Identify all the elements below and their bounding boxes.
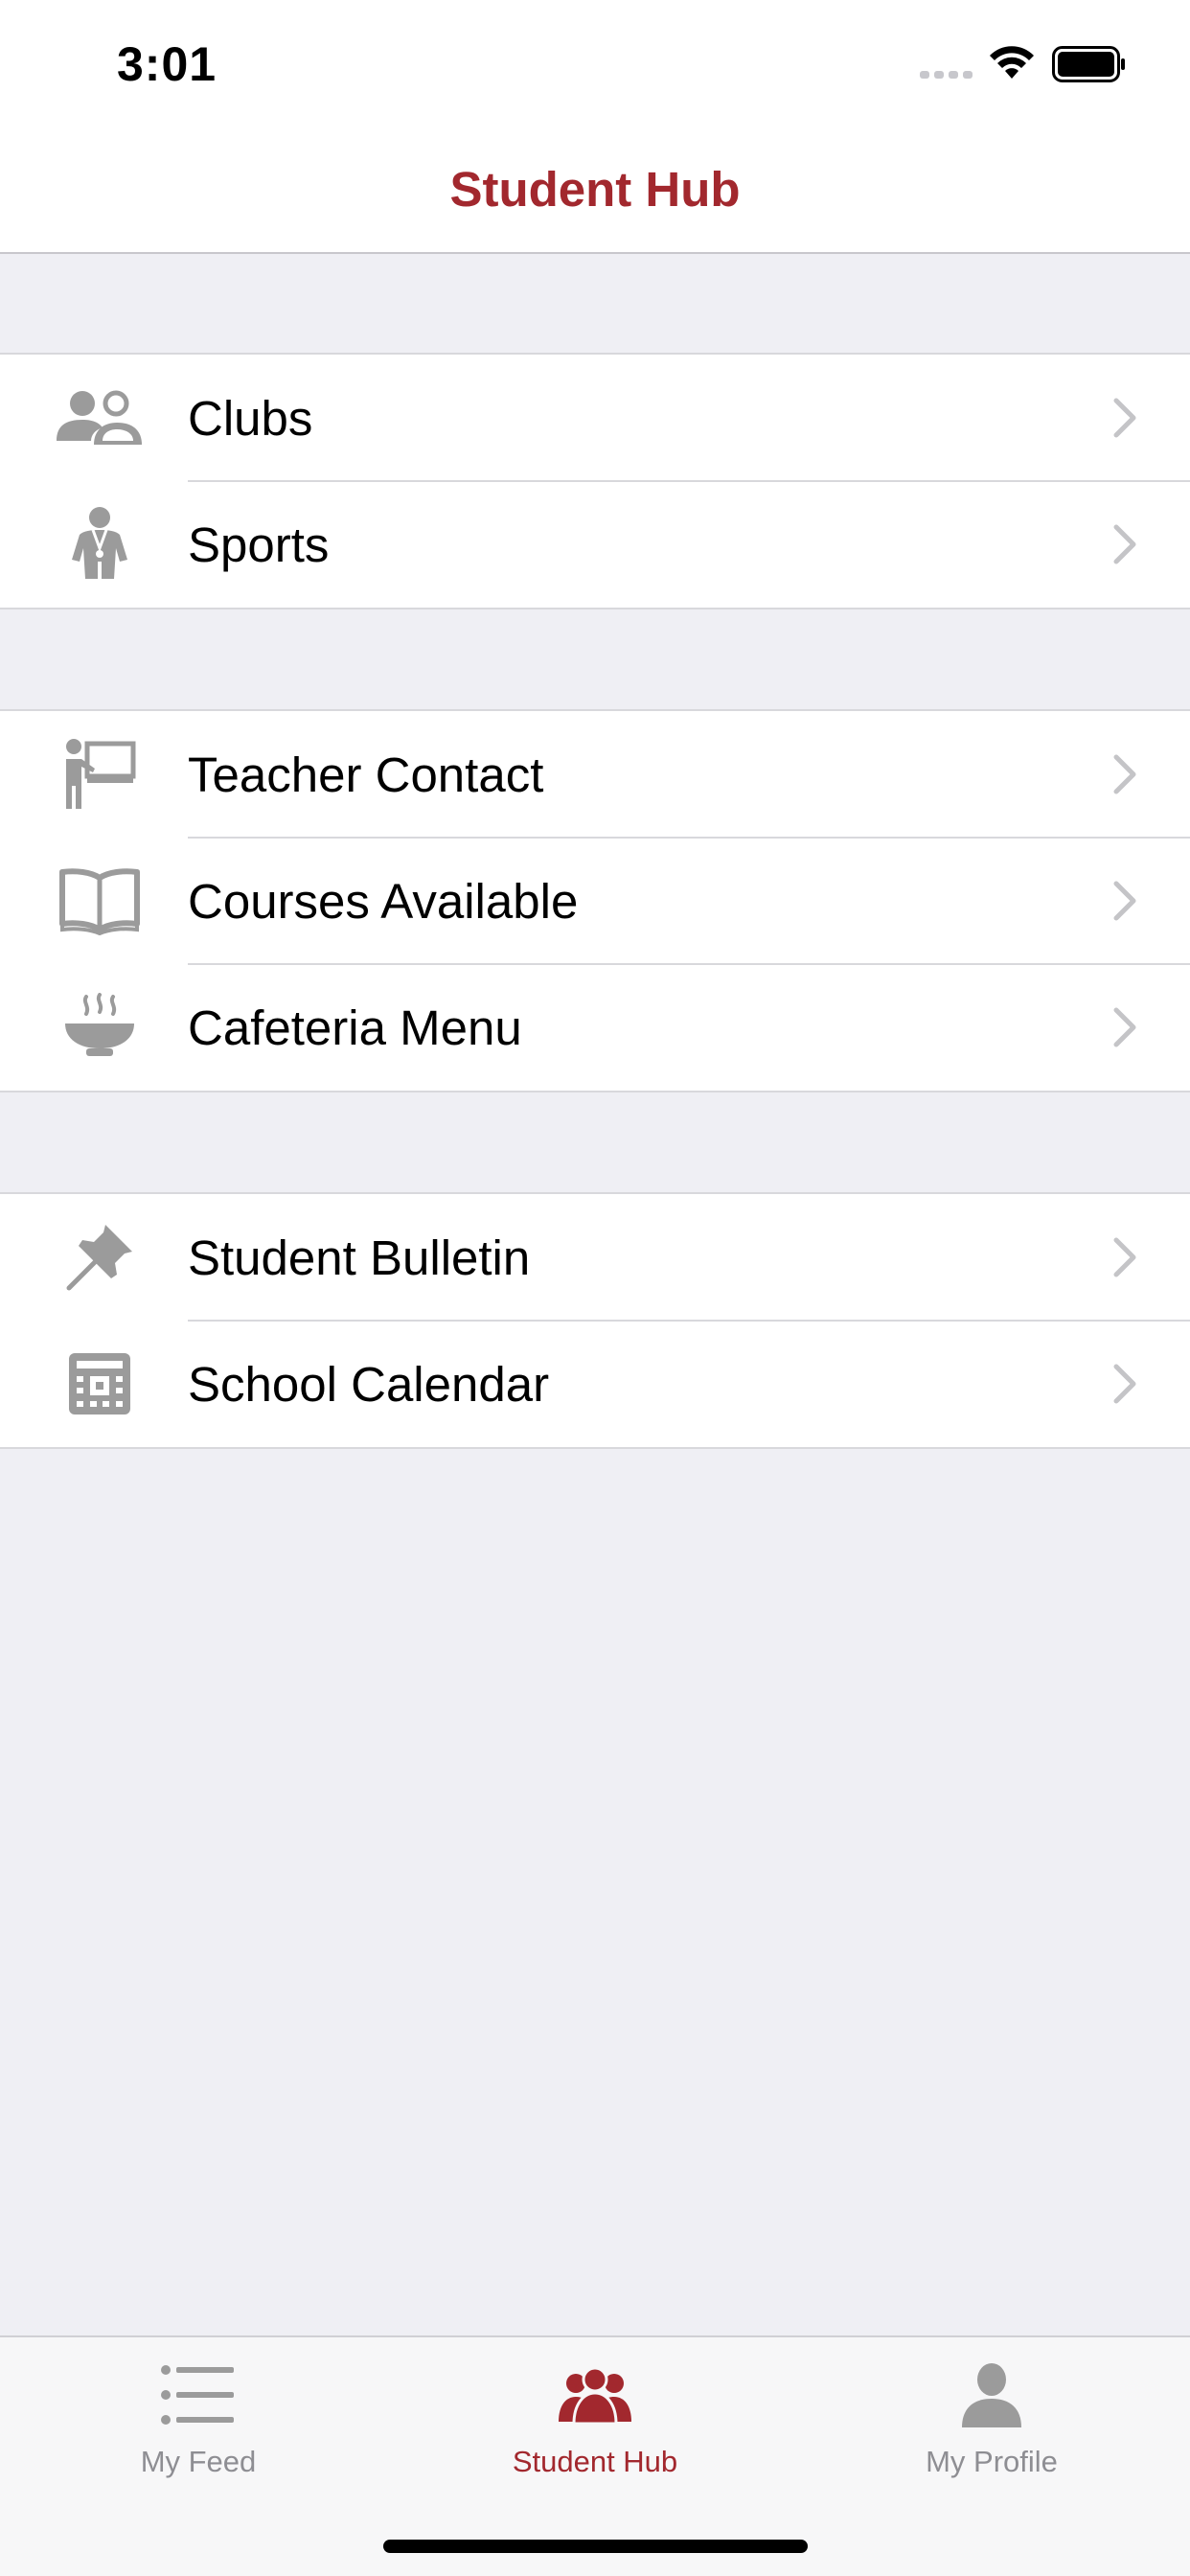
teacher-board-icon [54, 736, 146, 813]
chevron-right-icon [1113, 524, 1136, 564]
section-activities: Clubs Sports [0, 353, 1190, 610]
tab-my-feed[interactable]: My Feed [0, 2337, 397, 2510]
row-label: Clubs [188, 390, 313, 446]
chevron-right-icon [1113, 1364, 1136, 1404]
list-item-cafeteria-menu[interactable]: Cafeteria Menu [0, 963, 1190, 1091]
page-title: Student Hub [449, 162, 741, 217]
soup-bowl-icon [54, 989, 146, 1066]
row-label: Teacher Contact [188, 747, 544, 802]
status-bar: 3:01 [0, 0, 1190, 126]
list-item-courses-available[interactable]: Courses Available [0, 837, 1190, 964]
group-icon [54, 380, 146, 456]
section-academics: Teacher Contact Courses Available Cafete… [0, 709, 1190, 1092]
tab-my-profile[interactable]: My Profile [793, 2337, 1190, 2510]
open-book-icon [54, 862, 146, 939]
list-item-clubs[interactable]: Clubs [0, 355, 1190, 481]
tab-label: Student Hub [512, 2445, 678, 2478]
list-item-school-calendar[interactable]: School Calendar [0, 1320, 1190, 1447]
list-item-student-bulletin[interactable]: Student Bulletin [0, 1194, 1190, 1321]
status-time: 3:01 [117, 37, 217, 91]
athlete-icon [54, 506, 146, 583]
tab-label: My Profile [926, 2445, 1058, 2478]
chevron-right-icon [1113, 881, 1136, 921]
tab-student-hub[interactable]: Student Hub [397, 2337, 793, 2510]
row-label: Sports [188, 517, 330, 572]
row-label: Cafeteria Menu [188, 1000, 522, 1055]
chevron-right-icon [1113, 398, 1136, 438]
chevron-right-icon [1113, 1007, 1136, 1047]
wifi-icon [990, 46, 1034, 79]
section-info: Student Bulletin School Calendar [0, 1192, 1190, 1449]
list-item-teacher-contact[interactable]: Teacher Contact [0, 711, 1190, 838]
row-label: Courses Available [188, 873, 579, 929]
pushpin-icon [54, 1219, 146, 1296]
list-icon [161, 2358, 236, 2431]
cellular-signal-icon [920, 71, 973, 79]
home-indicator[interactable] [383, 2540, 808, 2553]
list-item-sports[interactable]: Sports [0, 480, 1190, 608]
chevron-right-icon [1113, 754, 1136, 794]
calendar-icon [54, 1346, 146, 1422]
battery-icon [1052, 46, 1125, 82]
screen: 3:01 Student Hub Clubs Sports Teacher Co… [0, 0, 1190, 2576]
chevron-right-icon [1113, 1237, 1136, 1277]
row-label: Student Bulletin [188, 1230, 531, 1285]
row-label: School Calendar [188, 1356, 550, 1412]
person-icon [960, 2358, 1023, 2431]
tab-label: My Feed [140, 2445, 257, 2478]
people-icon [557, 2358, 633, 2431]
navigation-bar: Student Hub [0, 126, 1190, 254]
